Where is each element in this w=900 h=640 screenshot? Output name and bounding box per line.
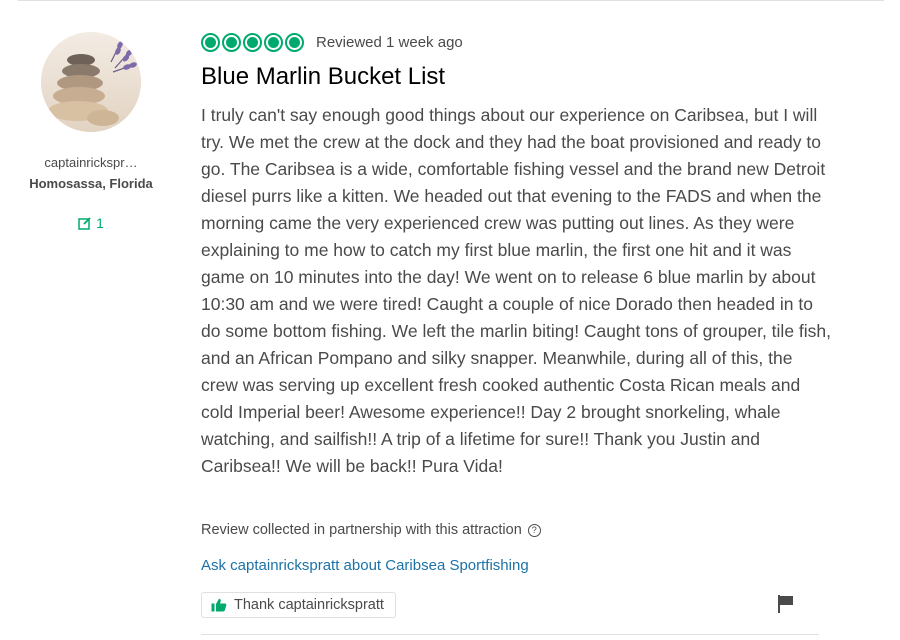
partnership-note: Review collected in partnership with thi… bbox=[201, 522, 541, 538]
review-date: Reviewed 1 week ago bbox=[316, 33, 463, 51]
rating-row: Reviewed 1 week ago bbox=[201, 30, 463, 54]
rating-bubble-icon bbox=[243, 32, 262, 52]
stacked-stones-avatar-icon bbox=[41, 32, 141, 132]
info-icon[interactable]: ? bbox=[527, 523, 541, 537]
pencil-square-icon bbox=[78, 217, 91, 230]
rating-bubbles bbox=[201, 32, 304, 52]
rating-bubble-icon bbox=[285, 32, 304, 52]
review-title[interactable]: Blue Marlin Bucket List bbox=[201, 63, 445, 91]
reviewer-username[interactable]: captainrickspr… bbox=[26, 155, 156, 170]
contribution-count-value: 1 bbox=[96, 215, 104, 231]
rating-bubble-icon bbox=[222, 32, 241, 52]
reviewer-location: Homosassa, Florida bbox=[29, 176, 153, 191]
thank-reviewer-button[interactable]: Thank captainrickspratt bbox=[201, 592, 396, 618]
rating-bubble-icon bbox=[264, 32, 283, 52]
bottom-divider bbox=[201, 634, 819, 635]
thumbs-up-icon bbox=[211, 598, 227, 612]
ask-reviewer-link[interactable]: Ask captainrickspratt about Caribsea Spo… bbox=[201, 557, 529, 574]
contribution-count: 1 bbox=[66, 215, 116, 231]
thank-button-label: Thank captainrickspratt bbox=[234, 597, 384, 613]
rating-bubble-icon bbox=[201, 32, 220, 52]
partnership-note-text: Review collected in partnership with thi… bbox=[201, 522, 522, 538]
avatar[interactable] bbox=[41, 32, 141, 132]
review-body: I truly can't say enough good things abo… bbox=[201, 105, 832, 476]
report-flag-icon[interactable] bbox=[777, 594, 795, 614]
top-divider bbox=[18, 0, 884, 1]
